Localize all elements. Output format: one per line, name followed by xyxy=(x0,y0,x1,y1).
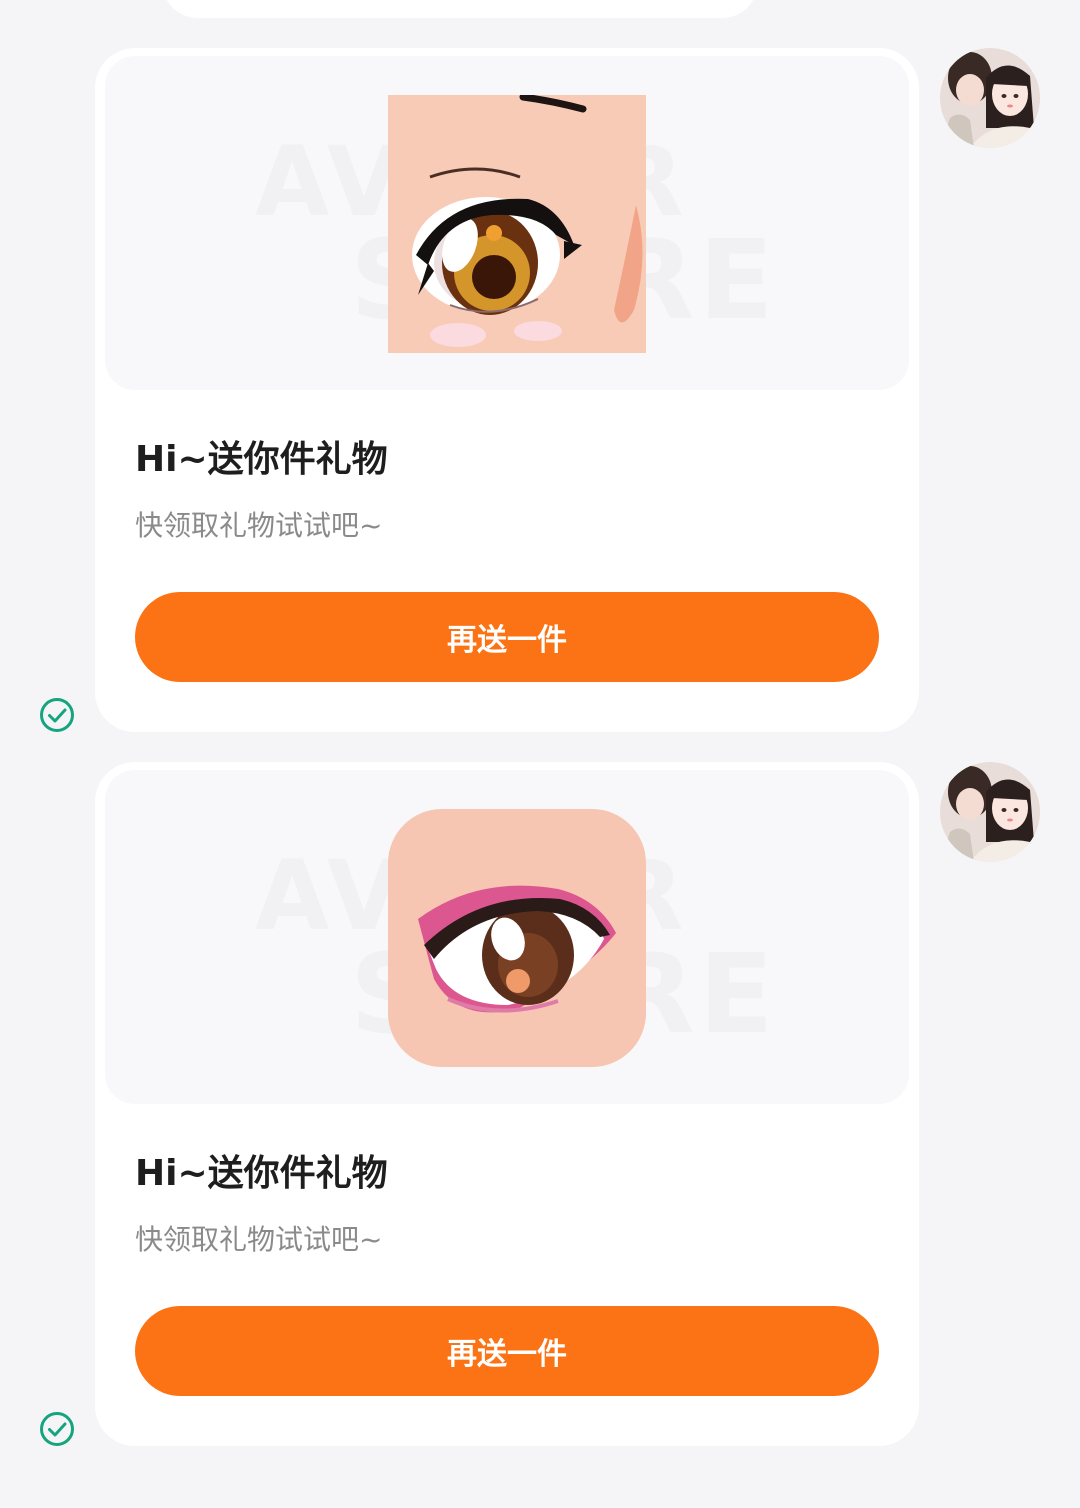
check-circle-icon xyxy=(39,1411,75,1447)
gift-title: Hi~送你件礼物 xyxy=(135,1153,388,1194)
check-circle-icon xyxy=(39,697,75,733)
avatar[interactable] xyxy=(940,48,1040,148)
gift-title: Hi~送你件礼物 xyxy=(135,439,388,480)
anime-eye-icon[interactable] xyxy=(388,95,646,353)
avatar[interactable] xyxy=(940,762,1040,862)
previous-message-bubble xyxy=(162,0,758,18)
gift-subtitle: 快领取礼物试试吧~ xyxy=(135,509,383,542)
gift-subtitle: 快领取礼物试试吧~ xyxy=(135,1223,383,1256)
gift-preview: AVATAR STORE xyxy=(105,56,909,390)
send-again-button[interactable]: 再送一件 xyxy=(135,592,879,682)
gift-card[interactable]: AVATAR STORE xyxy=(95,48,919,732)
gift-preview: AVATAR STORE xyxy=(105,770,909,1104)
gift-card[interactable]: AVATAR STORE Hi~送你件礼物 快领取礼物试试吧~ 再送一件 xyxy=(95,762,919,1446)
pink-eye-makeup-icon[interactable] xyxy=(388,809,646,1067)
send-again-button[interactable]: 再送一件 xyxy=(135,1306,879,1396)
